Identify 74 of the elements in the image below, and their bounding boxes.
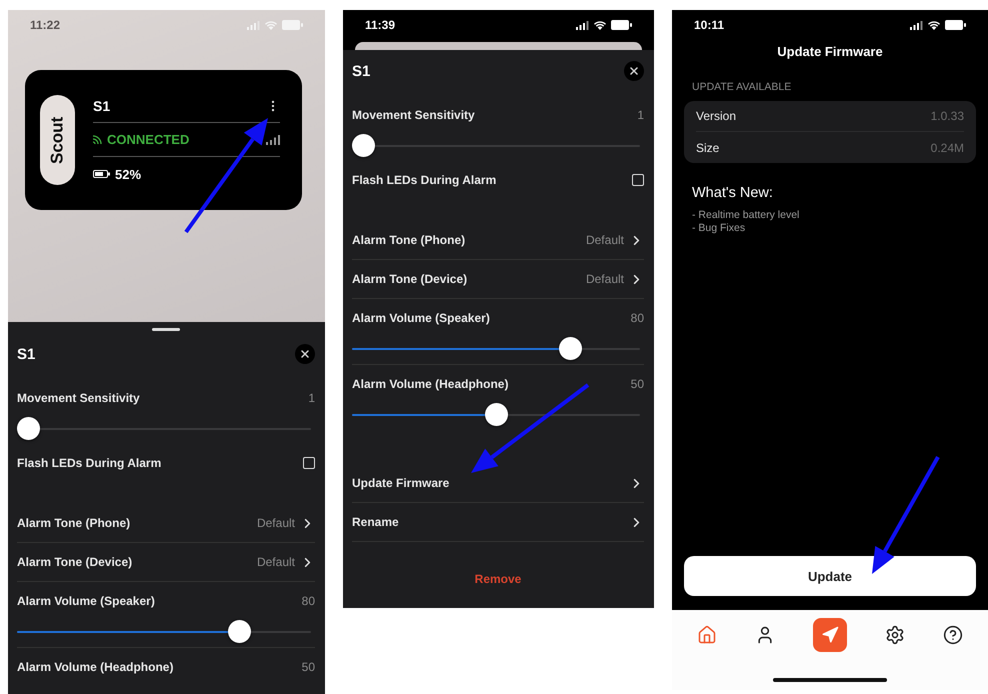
setting-value: Default: [586, 233, 624, 247]
signal-bars-icon: [266, 134, 280, 144]
slider-thumb[interactable]: [17, 417, 40, 440]
setting-label: Alarm Volume (Headphone): [352, 377, 508, 391]
setting-label: Alarm Volume (Speaker): [17, 594, 155, 608]
setting-value: Default: [256, 555, 295, 569]
sheet-title: S1: [352, 62, 370, 80]
signal-waves-icon: [93, 135, 102, 144]
close-icon[interactable]: [299, 348, 311, 360]
detail-value: 1.0.33: [930, 109, 964, 123]
help-icon[interactable]: [943, 625, 963, 645]
setting-label: Movement Sensitivity: [352, 108, 475, 122]
slider-thumb[interactable]: [228, 620, 252, 643]
signal-icon: [910, 20, 923, 30]
setting-label[interactable]: Rename: [352, 515, 399, 529]
close-button[interactable]: [295, 344, 315, 364]
whats-new-heading: What's New:: [692, 185, 774, 201]
home-icon[interactable]: [697, 625, 717, 645]
device-card[interactable]: Scout S1 CONNECTED 52%: [25, 70, 302, 210]
status-time: 10:11: [694, 18, 724, 32]
settings-icon[interactable]: [885, 625, 905, 645]
wifi-icon: [928, 20, 940, 30]
detail-label: Version: [696, 109, 736, 123]
battery-icon: [945, 20, 966, 30]
setting-value: 50: [302, 660, 315, 674]
status-time: 11:22: [30, 18, 60, 32]
setting-label: Alarm Volume (Speaker): [352, 311, 490, 325]
status-time: 11:39: [365, 18, 396, 32]
setting-value: Default: [586, 272, 624, 286]
release-note: - Realtime battery level: [692, 209, 800, 221]
section-header: UPDATE AVAILABLE: [692, 81, 792, 93]
battery-icon: [611, 20, 632, 30]
setting-value: 50: [630, 377, 644, 391]
setting-label[interactable]: Alarm Tone (Device): [17, 555, 132, 569]
checkbox[interactable]: [303, 457, 315, 469]
navigate-button[interactable]: [813, 618, 847, 652]
setting-label[interactable]: Update Firmware: [352, 476, 450, 490]
screen-title: Update Firmware: [776, 44, 884, 59]
wifi-icon: [594, 20, 606, 30]
battery-level: 52%: [115, 166, 142, 182]
wifi-icon: [265, 20, 277, 30]
setting-value: 1: [637, 108, 644, 122]
setting-value: 80: [630, 311, 644, 325]
close-button[interactable]: [624, 61, 644, 81]
setting-value: 80: [302, 594, 315, 608]
connection-status: CONNECTED: [107, 132, 190, 147]
sheet-handle[interactable]: [152, 328, 180, 331]
device-badge: Scout: [40, 95, 75, 185]
slider-thumb[interactable]: [352, 134, 375, 157]
signal-icon: [576, 20, 589, 30]
battery-icon: [282, 20, 303, 30]
setting-label[interactable]: Alarm Tone (Device): [352, 272, 468, 286]
slider-thumb[interactable]: [558, 337, 582, 360]
setting-label[interactable]: Alarm Tone (Phone): [17, 516, 130, 530]
setting-value: 1: [308, 391, 315, 405]
detail-value: 0.24M: [930, 140, 964, 154]
setting-value: Default: [256, 516, 295, 530]
setting-label[interactable]: Alarm Tone (Phone): [352, 233, 466, 247]
setting-label: Flash LEDs During Alarm: [17, 456, 162, 470]
sheet-title: S1: [17, 346, 36, 362]
setting-label: Alarm Volume (Headphone): [17, 660, 174, 674]
navigation-arrow-icon[interactable]: [821, 626, 839, 644]
device-name: S1: [93, 98, 110, 114]
update-button[interactable]: Update: [684, 556, 976, 596]
release-note: - Bug Fixes: [692, 222, 746, 234]
remove-button[interactable]: Remove: [474, 572, 522, 586]
setting-label: Movement Sensitivity: [17, 391, 140, 405]
battery-icon: [93, 170, 110, 178]
checkbox[interactable]: [632, 174, 644, 186]
close-icon[interactable]: [628, 65, 640, 77]
slider-thumb[interactable]: [484, 403, 508, 426]
signal-icon: [247, 20, 260, 30]
detail-label: Size: [696, 140, 720, 154]
setting-label: Flash LEDs During Alarm: [352, 173, 496, 187]
